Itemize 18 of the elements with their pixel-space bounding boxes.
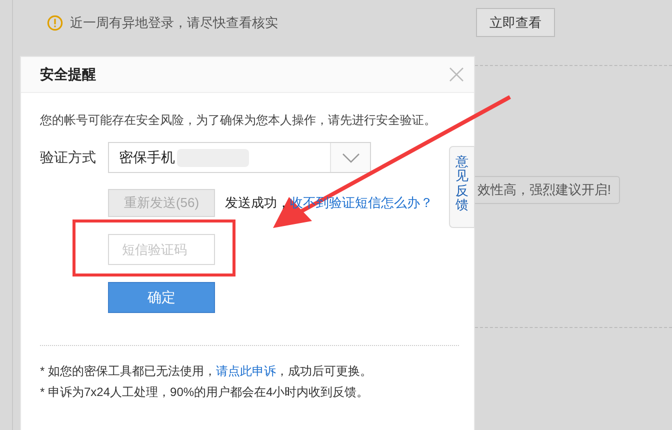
appeal-link[interactable]: 请点此申诉 bbox=[216, 364, 276, 378]
notice-text: 近一周有异地登录，请尽快查看核实 bbox=[70, 14, 278, 32]
send-status-text: 发送成功， bbox=[225, 194, 290, 212]
chevron-down-icon bbox=[342, 152, 360, 162]
method-value: 密保手机 bbox=[119, 148, 175, 167]
note-text: * 申诉为7x24人工处理，90%的用户都会在4小时内收到反馈。 bbox=[40, 384, 370, 401]
sms-code-field[interactable]: 短信验证码 bbox=[108, 234, 215, 265]
dialog-message: 您的帐号可能存在安全风险，为了确保为您本人操作，请先进行安全验证。 bbox=[40, 112, 437, 129]
feedback-tab[interactable]: 意见反馈 bbox=[449, 146, 475, 228]
note-text: * 如您的密保工具都已无法使用，请点此申诉，成功后可更换。 bbox=[40, 363, 374, 380]
dialog-title: 安全提醒 bbox=[40, 65, 96, 84]
close-icon[interactable] bbox=[449, 67, 464, 82]
method-select[interactable]: 密保手机 bbox=[108, 142, 371, 173]
confirm-button[interactable]: 确定 bbox=[108, 282, 215, 313]
background-notice-text: 效性高，强烈建议开启! bbox=[477, 181, 611, 200]
method-label: 验证方式 bbox=[40, 148, 97, 167]
view-now-button[interactable]: 立即查看 bbox=[476, 8, 555, 37]
warning-icon bbox=[47, 14, 63, 30]
